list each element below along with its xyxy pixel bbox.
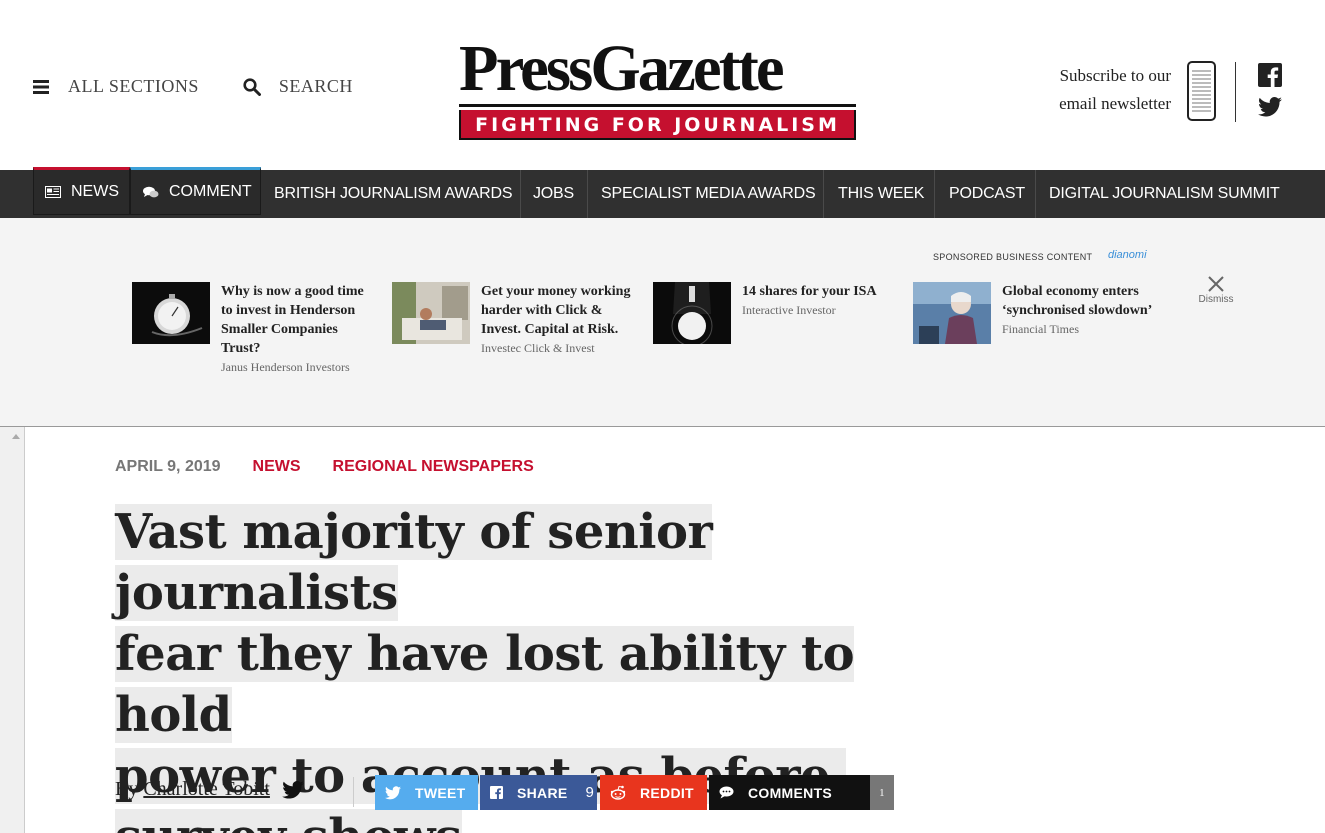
- card-source: Janus Henderson Investors: [221, 360, 350, 374]
- newspaper-icon: [45, 186, 61, 198]
- card-thumbnail: [132, 282, 210, 344]
- card-title: Global economy enters ‘synchronised slow…: [1002, 284, 1153, 318]
- subscribe-line-1: Subscribe to our: [1059, 66, 1171, 85]
- comment-icon: [719, 786, 734, 799]
- card-source: Financial Times: [1002, 322, 1080, 336]
- logo-wordmark: PressGazette: [459, 32, 785, 105]
- comment-bubbles-icon: [143, 186, 159, 199]
- subscribe-line-2: email newsletter: [1059, 94, 1171, 113]
- nav-divider: [823, 170, 824, 218]
- section-divider: [0, 426, 1325, 427]
- author-twitter-icon[interactable]: [282, 780, 304, 799]
- sponsored-card[interactable]: Why is now a good time to invest in Hend…: [132, 282, 372, 377]
- nav-link-specialist-media-awards[interactable]: SPECIALIST MEDIA AWARDS: [601, 170, 816, 218]
- card-source: Interactive Investor: [742, 303, 836, 317]
- nav-news-label: NEWS: [71, 183, 119, 200]
- twitter-icon: [385, 785, 401, 800]
- sponsored-card[interactable]: Global economy enters ‘synchronised slow…: [913, 282, 1173, 344]
- nav-divider: [520, 170, 521, 218]
- card-title: Why is now a good time to invest in Hend…: [221, 284, 364, 356]
- headline-line: Vast majority of senior journalists: [115, 504, 713, 621]
- sponsored-card[interactable]: 14 shares for your ISA Interactive Inves…: [653, 282, 898, 344]
- sponsored-content-block: SPONSORED BUSINESS CONTENT dianomi Why i…: [0, 218, 1325, 426]
- nav-link-british-journalism-awards[interactable]: BRITISH JOURNALISM AWARDS: [274, 170, 512, 218]
- newsletter-signup-link[interactable]: Subscribe to our email newsletter: [1059, 62, 1171, 118]
- dianomi-logo[interactable]: dianomi: [1108, 249, 1147, 261]
- byline-prefix: By: [115, 778, 139, 800]
- nav-link-jobs[interactable]: JOBS: [533, 170, 574, 218]
- scrollbar[interactable]: [0, 427, 25, 833]
- header-divider: [1235, 62, 1236, 122]
- card-thumbnail: [913, 282, 991, 344]
- nav-link-podcast[interactable]: PODCAST: [949, 170, 1025, 218]
- search-label: SEARCH: [278, 76, 353, 96]
- card-thumbnail: [653, 282, 731, 344]
- header-tools: ALL SECTIONS SEARCH: [32, 76, 397, 97]
- phone-newsletter-icon[interactable]: [1187, 61, 1216, 121]
- logo-tagline: FIGHTING FOR JOURNALISM: [459, 110, 856, 140]
- search-icon: [243, 77, 261, 96]
- nav-link-digital-journalism-summit[interactable]: DIGITAL JOURNALISM SUMMIT: [1049, 170, 1280, 218]
- category-link-regional-newspapers[interactable]: REGIONAL NEWSPAPERS: [333, 458, 534, 476]
- comments-label: COMMENTS: [748, 784, 833, 801]
- byline: By Charlotte Tobitt: [115, 778, 304, 801]
- card-source: Investec Click & Invest: [481, 341, 595, 355]
- facebook-share-button[interactable]: SHARE 9: [480, 775, 597, 810]
- search-button[interactable]: SEARCH: [243, 76, 353, 97]
- hamburger-menu-icon: [32, 78, 50, 96]
- card-thumbnail: [392, 282, 470, 344]
- share-count: 9: [585, 784, 595, 801]
- nav-divider: [587, 170, 588, 218]
- comments-count-badge: 1: [870, 775, 894, 810]
- scroll-up-arrow-icon[interactable]: [12, 434, 20, 439]
- reddit-label: REDDIT: [640, 784, 694, 801]
- share-label: SHARE: [517, 784, 568, 801]
- card-title: Get your money working harder with Click…: [481, 284, 631, 337]
- category-link-news[interactable]: NEWS: [253, 458, 301, 476]
- headline-line: survey shows: [115, 809, 462, 833]
- reddit-icon: [610, 785, 626, 800]
- facebook-icon: [490, 786, 503, 799]
- all-sections-button[interactable]: ALL SECTIONS: [32, 76, 199, 97]
- nav-tab-news[interactable]: NEWS: [33, 167, 130, 215]
- press-gazette-logo[interactable]: PressGazette FIGHTING FOR JOURNALISM: [459, 32, 856, 140]
- twitter-icon[interactable]: [1258, 96, 1282, 120]
- main-navigation: NEWS COMMENT BRITISH JOURNALISM AWARDS J…: [0, 167, 1325, 218]
- tweet-label: TWEET: [415, 784, 466, 801]
- reddit-share-button[interactable]: REDDIT: [600, 775, 707, 810]
- sponsored-card[interactable]: Get your money working harder with Click…: [392, 282, 634, 358]
- card-title: 14 shares for your ISA: [742, 284, 877, 299]
- tweet-button[interactable]: TWEET: [375, 775, 478, 810]
- all-sections-label: ALL SECTIONS: [68, 76, 199, 96]
- article-date: APRIL 9, 2019: [115, 458, 221, 475]
- site-header: ALL SECTIONS SEARCH PressGazette FIGHTIN…: [0, 0, 1325, 170]
- nav-comment-label: COMMENT: [169, 183, 252, 200]
- close-icon: [1208, 276, 1224, 292]
- nav-divider: [1035, 170, 1036, 218]
- sponsored-label: SPONSORED BUSINESS CONTENT: [933, 252, 1093, 262]
- author-link[interactable]: Charlotte Tobitt: [143, 778, 270, 801]
- facebook-icon[interactable]: [1258, 63, 1282, 87]
- nav-tab-comment[interactable]: COMMENT: [130, 167, 261, 215]
- headline-line: fear they have lost ability to hold: [115, 626, 855, 743]
- dismiss-button[interactable]: Dismiss: [1196, 276, 1236, 305]
- comments-button[interactable]: COMMENTS: [709, 775, 870, 810]
- byline-divider: [353, 777, 354, 807]
- dismiss-label: Dismiss: [1198, 294, 1234, 305]
- nav-divider: [934, 170, 935, 218]
- article-meta: APRIL 9, 2019 NEWS REGIONAL NEWSPAPERS: [115, 458, 566, 476]
- nav-link-this-week[interactable]: THIS WEEK: [838, 170, 924, 218]
